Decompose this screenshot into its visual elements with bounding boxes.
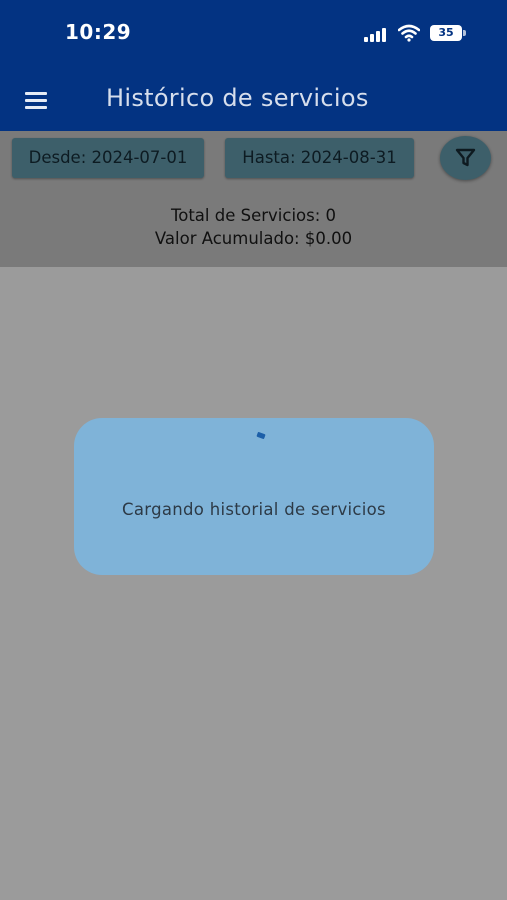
date-from-button[interactable]: Desde: 2024-07-01	[12, 138, 204, 178]
loading-message: Cargando historial de servicios	[122, 500, 386, 519]
page-title: Histórico de servicios	[106, 84, 369, 112]
funnel-filter-icon	[455, 148, 476, 167]
total-services-text: Total de Servicios: 0	[170, 206, 337, 225]
filter-button[interactable]	[440, 136, 491, 180]
services-summary: Total de Servicios: 0 Valor Acumulado: $…	[0, 204, 507, 250]
status-bar: 10:29 35	[0, 0, 507, 66]
accumulated-value-text: Valor Acumulado: $0.00	[154, 229, 353, 248]
battery-tip	[463, 30, 466, 36]
cellular-signal-icon	[364, 28, 390, 42]
battery-icon: 35	[430, 25, 462, 41]
loading-dialog	[74, 418, 434, 575]
date-to-button[interactable]: Hasta: 2024-08-31	[225, 138, 414, 178]
hamburger-menu-icon[interactable]	[22, 88, 52, 112]
status-time: 10:29	[65, 20, 132, 44]
app-header: 10:29 35 Histórico de servicios	[0, 0, 507, 131]
wifi-icon	[398, 24, 420, 42]
